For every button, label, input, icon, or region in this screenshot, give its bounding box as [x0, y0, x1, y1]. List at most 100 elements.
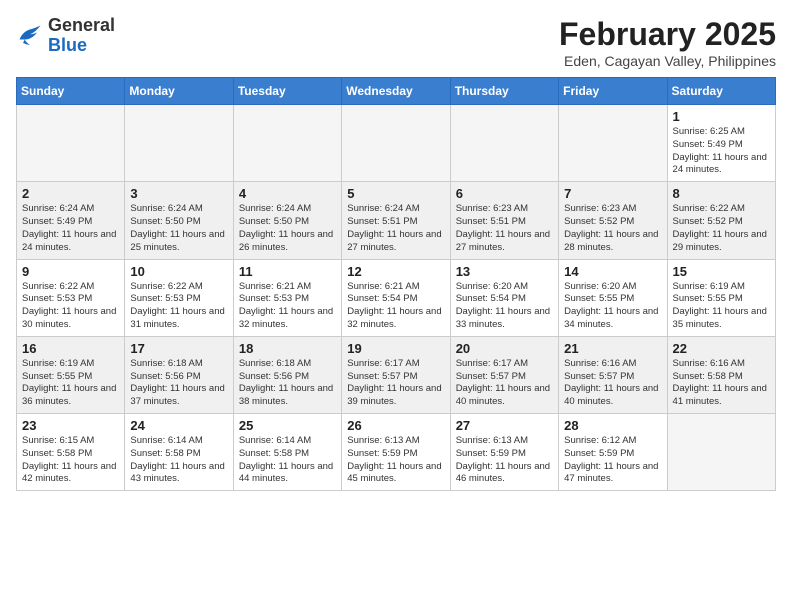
day-number: 26 — [347, 418, 444, 433]
day-info: Sunrise: 6:25 AM Sunset: 5:49 PM Dayligh… — [673, 126, 770, 177]
day-info: Sunrise: 6:12 AM Sunset: 5:59 PM Dayligh… — [564, 435, 661, 486]
calendar-cell: 24 Sunrise: 6:14 AM Sunset: 5:58 PM Dayli… — [125, 414, 233, 491]
day-info: Sunrise: 6:14 AM Sunset: 5:58 PM Dayligh… — [239, 435, 336, 486]
calendar-cell: 2Sunrise: 6:24 AM Sunset: 5:49 PM Daylig… — [17, 182, 125, 259]
calendar-cell: 23 Sunrise: 6:15 AM Sunset: 5:58 PM Dayli… — [17, 414, 125, 491]
calendar-cell — [450, 105, 558, 182]
calendar-cell: 1 Sunrise: 6:25 AM Sunset: 5:49 PM Daylig… — [667, 105, 775, 182]
weekday-header: Tuesday — [233, 78, 341, 105]
day-number: 17 — [130, 341, 227, 356]
calendar-cell: 27Sunrise: 6:13 AM Sunset: 5:59 PM Dayli… — [450, 414, 558, 491]
calendar-cell: 26 Sunrise: 6:13 AM Sunset: 5:59 PM Dayli… — [342, 414, 450, 491]
day-number: 19 — [347, 341, 444, 356]
day-info: Sunrise: 6:22 AM Sunset: 5:53 PM Dayligh… — [22, 281, 119, 332]
day-info: Sunrise: 6:17 AM Sunset: 5:57 PM Dayligh… — [456, 358, 553, 409]
day-number: 10 — [130, 264, 227, 279]
month-year-title: February 2025 — [559, 16, 776, 53]
calendar-cell — [667, 414, 775, 491]
day-number: 22 — [673, 341, 770, 356]
calendar-cell — [125, 105, 233, 182]
calendar-cell: 19 Sunrise: 6:17 AM Sunset: 5:57 PM Dayli… — [342, 336, 450, 413]
calendar-cell — [342, 105, 450, 182]
calendar-cell: 7 Sunrise: 6:23 AM Sunset: 5:52 PM Daylig… — [559, 182, 667, 259]
calendar-cell: 18 Sunrise: 6:18 AM Sunset: 5:56 PM Dayli… — [233, 336, 341, 413]
day-info: Sunrise: 6:19 AM Sunset: 5:55 PM Dayligh… — [22, 358, 119, 409]
calendar-header-row: SundayMondayTuesdayWednesdayThursdayFrid… — [17, 78, 776, 105]
day-info: Sunrise: 6:23 AM Sunset: 5:52 PM Dayligh… — [564, 203, 661, 254]
calendar-week-row: 23 Sunrise: 6:15 AM Sunset: 5:58 PM Dayli… — [17, 414, 776, 491]
weekday-header: Sunday — [17, 78, 125, 105]
weekday-header: Saturday — [667, 78, 775, 105]
day-number: 7 — [564, 186, 661, 201]
day-info: Sunrise: 6:19 AM Sunset: 5:55 PM Dayligh… — [673, 281, 770, 332]
day-number: 18 — [239, 341, 336, 356]
day-number: 14 — [564, 264, 661, 279]
calendar-cell — [233, 105, 341, 182]
calendar-cell: 21 Sunrise: 6:16 AM Sunset: 5:57 PM Dayli… — [559, 336, 667, 413]
calendar-cell — [17, 105, 125, 182]
day-number: 15 — [673, 264, 770, 279]
day-number: 9 — [22, 264, 119, 279]
calendar-cell: 13 Sunrise: 6:20 AM Sunset: 5:54 PM Dayli… — [450, 259, 558, 336]
day-info: Sunrise: 6:24 AM Sunset: 5:50 PM Dayligh… — [239, 203, 336, 254]
calendar-cell: 22 Sunrise: 6:16 AM Sunset: 5:58 PM Dayli… — [667, 336, 775, 413]
day-info: Sunrise: 6:24 AM Sunset: 5:49 PM Dayligh… — [22, 203, 119, 254]
location-subtitle: Eden, Cagayan Valley, Philippines — [559, 53, 776, 69]
day-info: Sunrise: 6:24 AM Sunset: 5:51 PM Dayligh… — [347, 203, 444, 254]
day-info: Sunrise: 6:15 AM Sunset: 5:58 PM Dayligh… — [22, 435, 119, 486]
title-section: February 2025 Eden, Cagayan Valley, Phil… — [559, 16, 776, 69]
calendar-cell: 11 Sunrise: 6:21 AM Sunset: 5:53 PM Dayli… — [233, 259, 341, 336]
day-info: Sunrise: 6:21 AM Sunset: 5:54 PM Dayligh… — [347, 281, 444, 332]
calendar-cell: 15 Sunrise: 6:19 AM Sunset: 5:55 PM Dayli… — [667, 259, 775, 336]
calendar-cell: 9 Sunrise: 6:22 AM Sunset: 5:53 PM Daylig… — [17, 259, 125, 336]
day-number: 1 — [673, 109, 770, 124]
day-info: Sunrise: 6:18 AM Sunset: 5:56 PM Dayligh… — [239, 358, 336, 409]
weekday-header: Thursday — [450, 78, 558, 105]
calendar-cell: 4 Sunrise: 6:24 AM Sunset: 5:50 PM Daylig… — [233, 182, 341, 259]
day-info: Sunrise: 6:18 AM Sunset: 5:56 PM Dayligh… — [130, 358, 227, 409]
calendar-cell: 5 Sunrise: 6:24 AM Sunset: 5:51 PM Daylig… — [342, 182, 450, 259]
day-number: 20 — [456, 341, 553, 356]
calendar-cell: 12 Sunrise: 6:21 AM Sunset: 5:54 PM Dayli… — [342, 259, 450, 336]
calendar-week-row: 9 Sunrise: 6:22 AM Sunset: 5:53 PM Daylig… — [17, 259, 776, 336]
day-number: 13 — [456, 264, 553, 279]
calendar-cell: 8Sunrise: 6:22 AM Sunset: 5:52 PM Daylig… — [667, 182, 775, 259]
day-number: 25 — [239, 418, 336, 433]
day-number: 6 — [456, 186, 553, 201]
day-info: Sunrise: 6:14 AM Sunset: 5:58 PM Dayligh… — [130, 435, 227, 486]
day-info: Sunrise: 6:23 AM Sunset: 5:51 PM Dayligh… — [456, 203, 553, 254]
day-info: Sunrise: 6:21 AM Sunset: 5:53 PM Dayligh… — [239, 281, 336, 332]
day-number: 4 — [239, 186, 336, 201]
calendar-cell: 16 Sunrise: 6:19 AM Sunset: 5:55 PM Dayli… — [17, 336, 125, 413]
day-number: 28 — [564, 418, 661, 433]
day-info: Sunrise: 6:13 AM Sunset: 5:59 PM Dayligh… — [456, 435, 553, 486]
day-number: 23 — [22, 418, 119, 433]
day-number: 5 — [347, 186, 444, 201]
day-number: 12 — [347, 264, 444, 279]
weekday-header: Monday — [125, 78, 233, 105]
calendar-cell: 25 Sunrise: 6:14 AM Sunset: 5:58 PM Dayli… — [233, 414, 341, 491]
calendar-cell: 6 Sunrise: 6:23 AM Sunset: 5:51 PM Daylig… — [450, 182, 558, 259]
day-number: 8 — [673, 186, 770, 201]
day-number: 24 — [130, 418, 227, 433]
weekday-header: Wednesday — [342, 78, 450, 105]
calendar-cell: 17 Sunrise: 6:18 AM Sunset: 5:56 PM Dayli… — [125, 336, 233, 413]
logo: General Blue — [16, 16, 115, 56]
calendar-cell — [559, 105, 667, 182]
calendar-week-row: 16 Sunrise: 6:19 AM Sunset: 5:55 PM Dayli… — [17, 336, 776, 413]
day-number: 16 — [22, 341, 119, 356]
day-number: 11 — [239, 264, 336, 279]
day-info: Sunrise: 6:20 AM Sunset: 5:55 PM Dayligh… — [564, 281, 661, 332]
day-info: Sunrise: 6:20 AM Sunset: 5:54 PM Dayligh… — [456, 281, 553, 332]
calendar-cell: 3Sunrise: 6:24 AM Sunset: 5:50 PM Daylig… — [125, 182, 233, 259]
logo-text: General Blue — [48, 16, 115, 56]
day-info: Sunrise: 6:16 AM Sunset: 5:57 PM Dayligh… — [564, 358, 661, 409]
calendar-cell: 10Sunrise: 6:22 AM Sunset: 5:53 PM Dayli… — [125, 259, 233, 336]
day-info: Sunrise: 6:17 AM Sunset: 5:57 PM Dayligh… — [347, 358, 444, 409]
calendar-cell: 28 Sunrise: 6:12 AM Sunset: 5:59 PM Dayli… — [559, 414, 667, 491]
day-info: Sunrise: 6:16 AM Sunset: 5:58 PM Dayligh… — [673, 358, 770, 409]
day-number: 21 — [564, 341, 661, 356]
day-info: Sunrise: 6:13 AM Sunset: 5:59 PM Dayligh… — [347, 435, 444, 486]
page-header: General Blue February 2025 Eden, Cagayan… — [16, 16, 776, 69]
day-info: Sunrise: 6:24 AM Sunset: 5:50 PM Dayligh… — [130, 203, 227, 254]
